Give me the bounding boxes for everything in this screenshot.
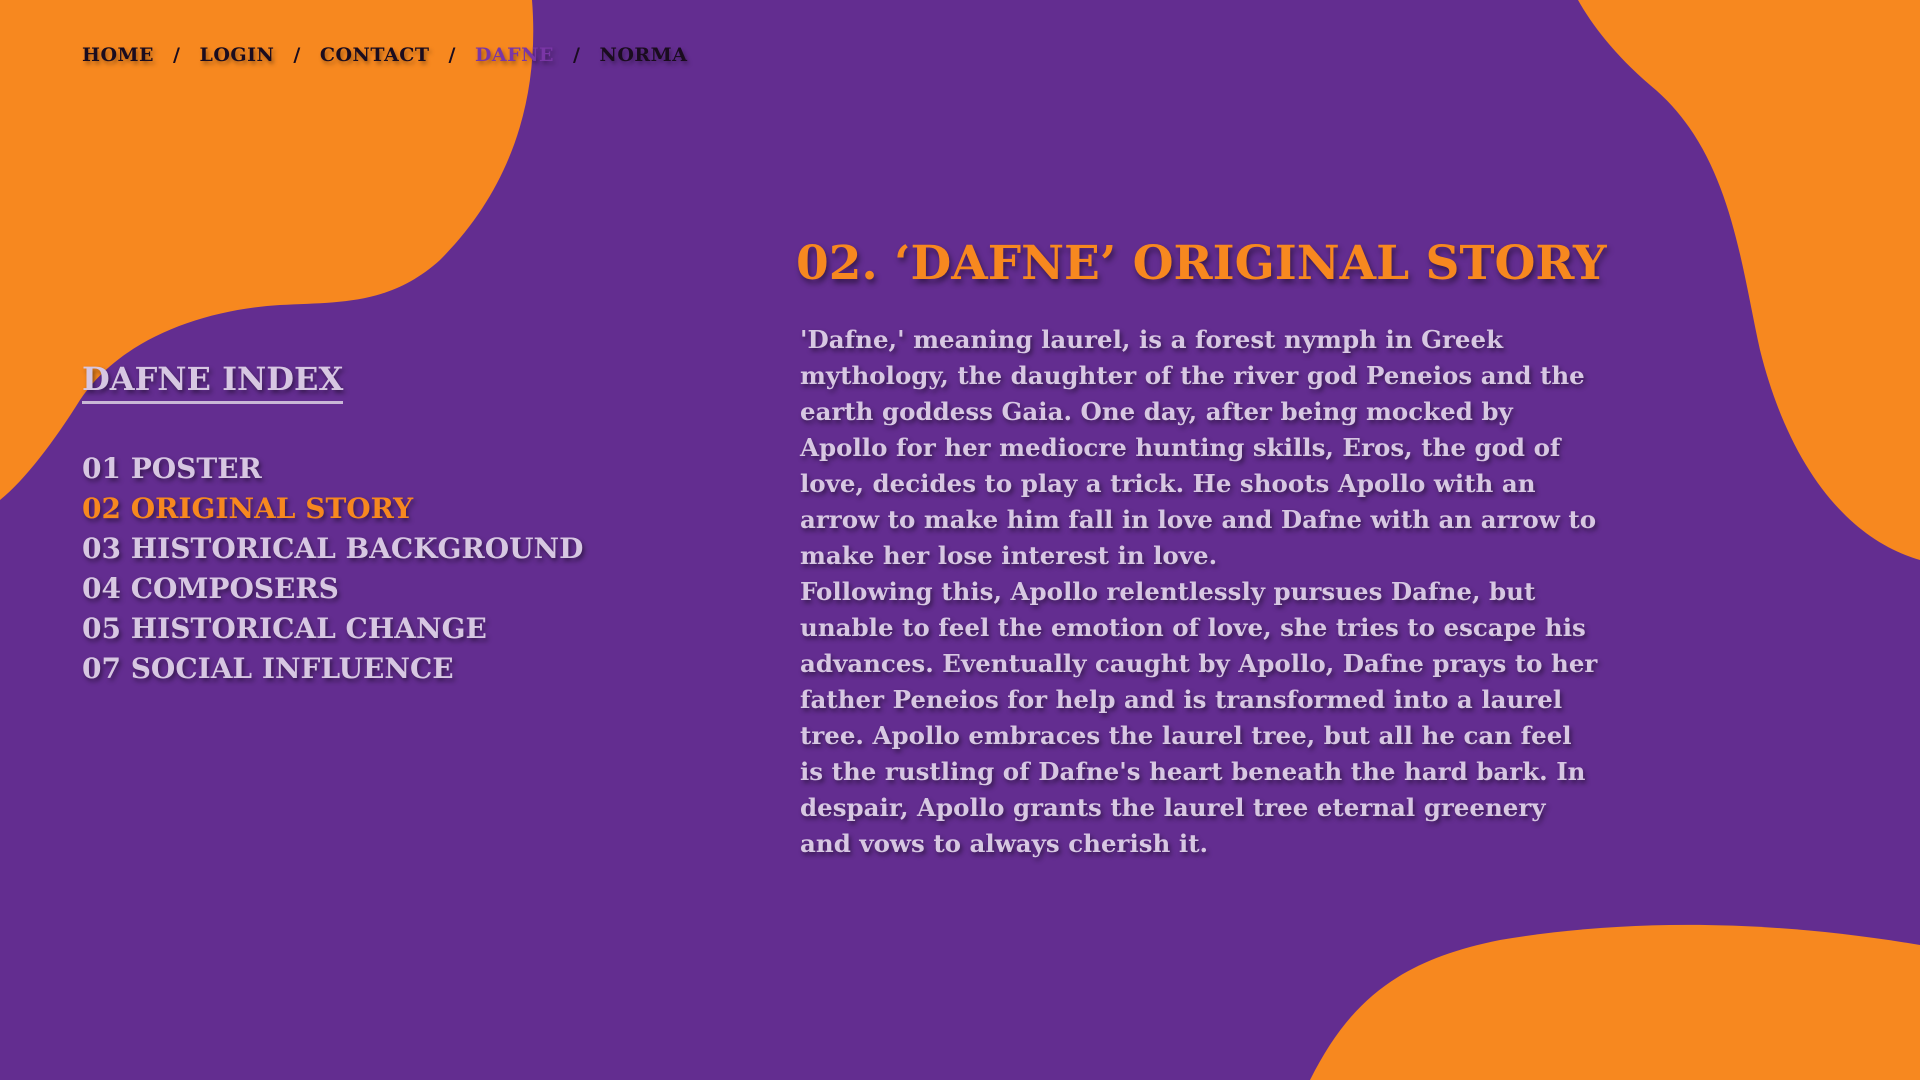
index-item-historical-background[interactable]: 03 HISTORICAL BACKGROUND <box>82 529 583 569</box>
story-paragraph: 'Dafne,' meaning laurel, is a forest nym… <box>800 325 1597 570</box>
index-item-composers[interactable]: 04 COMPOSERS <box>82 569 583 609</box>
nav-dafne-link[interactable]: DAFNE <box>475 44 554 66</box>
bottom-right-blob <box>1310 924 1920 1080</box>
top-left-blob <box>0 0 534 500</box>
story-paragraph: Following this, Apollo relentlessly purs… <box>800 577 1598 858</box>
nav-norma-link[interactable]: NORMA <box>599 44 687 66</box>
nav-separator: / <box>173 44 181 66</box>
nav-contact-link[interactable]: CONTACT <box>320 44 430 66</box>
index-item-poster[interactable]: 01 POSTER <box>82 449 583 489</box>
nav-separator: / <box>448 44 456 66</box>
page-title: 02. ‘DAFNE’ ORIGINAL STORY <box>796 236 1607 291</box>
top-right-blob <box>1578 0 1920 560</box>
nav-separator: / <box>573 44 581 66</box>
top-navigation: HOME / LOGIN / CONTACT / DAFNE / NORMA <box>82 44 687 66</box>
index-item-historical-change[interactable]: 05 HISTORICAL CHANGE <box>82 609 583 649</box>
nav-separator: / <box>293 44 301 66</box>
nav-login-link[interactable]: LOGIN <box>199 44 274 66</box>
index-item-original-story[interactable]: 02 ORIGINAL STORY <box>82 489 583 529</box>
story-body: 'Dafne,' meaning laurel, is a forest nym… <box>800 322 1600 862</box>
dafne-index-list: 01 POSTER 02 ORIGINAL STORY 03 HISTORICA… <box>82 449 583 689</box>
dafne-index-title: DAFNE INDEX <box>82 360 344 404</box>
nav-home-link[interactable]: HOME <box>82 44 154 66</box>
index-item-social-influence[interactable]: 07 SOCIAL INFLUENCE <box>82 649 583 689</box>
